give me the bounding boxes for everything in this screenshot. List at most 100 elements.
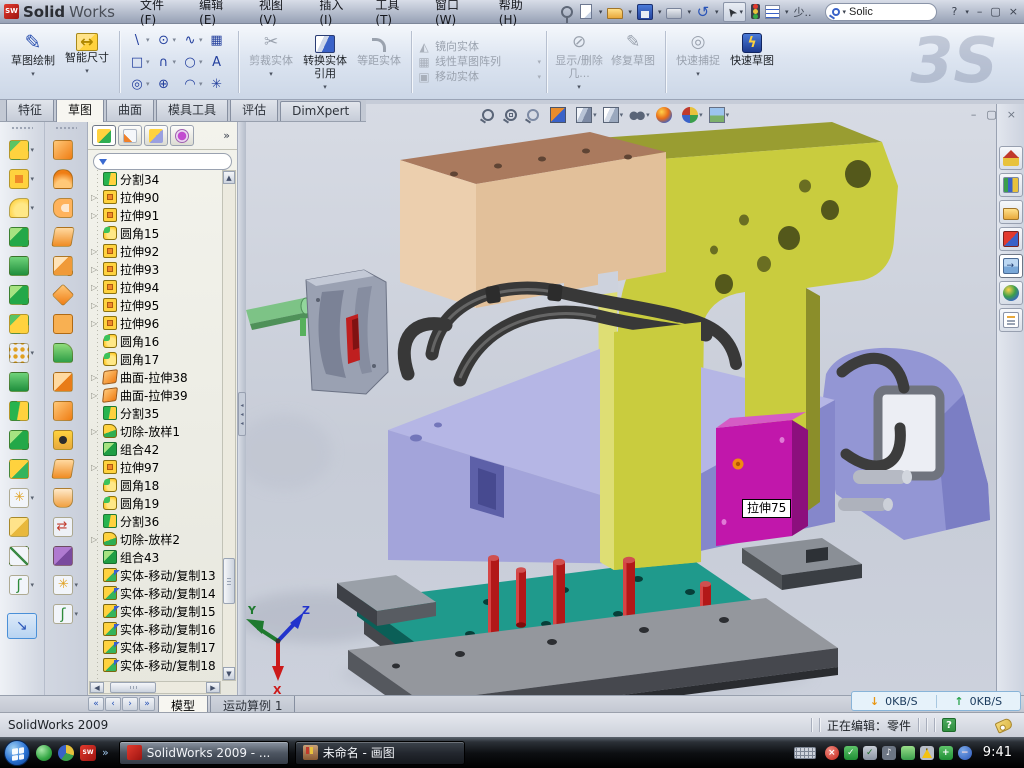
- open-dropdown-icon[interactable]: ▾: [628, 8, 632, 16]
- convert-entities-button[interactable]: 转换实体引用 ▾: [298, 27, 352, 97]
- design-library-icon[interactable]: [999, 173, 1023, 197]
- rebuild-icon[interactable]: [751, 4, 760, 19]
- solidworks-resources-icon[interactable]: [999, 146, 1023, 170]
- mirror-entities-button[interactable]: ◭镜向实体▾: [417, 41, 541, 53]
- circle-icon[interactable]: ⊙▾: [154, 29, 179, 51]
- tree-item[interactable]: ▷ 圆角17: [91, 350, 221, 368]
- save-dropdown-icon[interactable]: ▾: [658, 8, 662, 16]
- freeform-icon[interactable]: ▾: [53, 338, 78, 367]
- update-key-icon[interactable]: ✓: [863, 746, 877, 760]
- doc-restore-button[interactable]: ▢: [986, 108, 996, 121]
- tree-item[interactable]: ▷ 拉伸90: [91, 188, 221, 206]
- display-style-icon[interactable]: ▾: [603, 107, 624, 123]
- fillet-icon[interactable]: ▾: [9, 193, 34, 222]
- expand-arrow-icon[interactable]: ▷: [91, 301, 100, 310]
- corner-rectangle-icon[interactable]: □▾: [127, 51, 152, 73]
- spline-icon[interactable]: ∿▾: [180, 29, 205, 51]
- tree-item[interactable]: ▷ 切除-放样2: [91, 530, 221, 548]
- expand-arrow-icon[interactable]: ▷: [91, 535, 100, 544]
- tree-item[interactable]: ▷ 曲面-拉伸39: [91, 386, 221, 404]
- slot-icon[interactable]: ◎▾: [127, 73, 152, 95]
- expand-arrow-icon[interactable]: ▷: [91, 319, 100, 328]
- tree-item[interactable]: ▷ 实体-移动/复制17: [91, 638, 221, 656]
- sketch-fillet-icon[interactable]: ◠▾: [180, 73, 205, 95]
- expand-arrow-icon[interactable]: ▷: [91, 247, 100, 256]
- undo-icon[interactable]: ↺: [696, 4, 710, 20]
- display-delete-relations-button[interactable]: ⊘ 显示/删除几... ▾: [552, 27, 606, 97]
- flex-icon[interactable]: ▾: [53, 396, 78, 425]
- reference-point-icon[interactable]: ▾: [9, 483, 34, 512]
- tree-item[interactable]: ▷ 拉伸94: [91, 278, 221, 296]
- smart-dimension-dropdown-icon[interactable]: ▾: [85, 65, 89, 78]
- view-orientation-icon[interactable]: ▾: [576, 107, 597, 123]
- restore-button[interactable]: ▢: [990, 5, 1000, 18]
- toolbar-grip[interactable]: [55, 126, 77, 131]
- linear-pattern-icon[interactable]: ▾: [9, 338, 34, 367]
- panel-splitter[interactable]: ◂◂◂: [238, 122, 246, 695]
- scroll-thumb[interactable]: [110, 682, 156, 693]
- polygon-icon[interactable]: ⊕▾: [154, 73, 179, 95]
- menu-item[interactable]: 文件(F): [129, 0, 188, 27]
- swept-boss-icon[interactable]: ▾: [9, 222, 34, 251]
- command-tab[interactable]: 曲面: [106, 98, 154, 121]
- reference-axis-icon[interactable]: ▾: [9, 541, 34, 570]
- menu-item[interactable]: 工具(T): [364, 0, 424, 27]
- expand-arrow-icon[interactable]: ▷: [91, 265, 100, 274]
- tag-icon[interactable]: [994, 717, 1013, 734]
- help-button[interactable]: ?: [952, 5, 958, 18]
- undo-dropdown-icon[interactable]: ▾: [715, 8, 719, 16]
- toolbox-icon[interactable]: [999, 227, 1023, 251]
- previous-tab-button[interactable]: ‹: [105, 697, 121, 711]
- view-setting-icon[interactable]: ▾: [709, 107, 730, 123]
- expand-arrow-icon[interactable]: ▷: [91, 283, 100, 292]
- revolved-surface-icon[interactable]: ▾: [53, 164, 78, 193]
- expand-arrow-icon[interactable]: ▷: [91, 373, 100, 382]
- shield-plus-icon[interactable]: +: [939, 746, 953, 760]
- alert-icon[interactable]: !: [920, 746, 934, 760]
- tree-item[interactable]: ▷ 拉伸92: [91, 242, 221, 260]
- curve-icon[interactable]: ▾: [9, 570, 34, 599]
- tree-item[interactable]: ▷ 实体-移动/复制13: [91, 566, 221, 584]
- linear-sketch-pattern-button[interactable]: ▦线性草图阵列▾: [417, 56, 541, 68]
- tree-item[interactable]: ▷ 曲面-拉伸38: [91, 368, 221, 386]
- expand-arrow-icon[interactable]: ▷: [91, 211, 100, 220]
- property-manager-tab[interactable]: [118, 125, 142, 146]
- expand-arrow-icon[interactable]: ▷: [91, 193, 100, 202]
- menu-item[interactable]: 插入(I): [308, 0, 364, 27]
- apply-scene-icon[interactable]: ▾: [682, 107, 703, 123]
- appearances-icon[interactable]: [999, 281, 1023, 305]
- new-document-icon[interactable]: [580, 4, 592, 19]
- tree-item[interactable]: ▷ 圆角15: [91, 224, 221, 242]
- help-dropdown-icon[interactable]: ▾: [965, 8, 969, 16]
- tree-item[interactable]: ▷ 分割35: [91, 404, 221, 422]
- edit-appearance-icon[interactable]: ▾: [656, 107, 677, 123]
- quick-launch-chevron-icon[interactable]: »: [102, 746, 109, 759]
- dimxpert-manager-tab[interactable]: [170, 125, 194, 146]
- menu-item[interactable]: 帮助(H): [488, 0, 549, 27]
- helix-curve-icon[interactable]: ▾: [53, 599, 78, 628]
- quick-launch-solidworks-icon[interactable]: SW: [80, 745, 96, 761]
- selection-box-icon[interactable]: ▦▾: [207, 29, 232, 51]
- shell-icon[interactable]: ▾: [9, 251, 34, 280]
- repair-sketch-button[interactable]: ✎ 修复草图: [606, 27, 660, 97]
- scroll-up-icon[interactable]: ▲: [223, 171, 235, 184]
- zoom-area-icon[interactable]: ▾: [505, 109, 522, 121]
- open-icon[interactable]: [607, 8, 623, 19]
- tree-item[interactable]: ▷ 组合43: [91, 548, 221, 566]
- security-center-icon[interactable]: ×: [825, 746, 839, 760]
- tree-tabs-overflow-icon[interactable]: »: [223, 129, 233, 142]
- command-tab[interactable]: 模具工具: [156, 98, 228, 121]
- last-tab-button[interactable]: »: [139, 697, 155, 711]
- menu-item[interactable]: 视图(V): [248, 0, 308, 27]
- options-dropdown-icon[interactable]: ▾: [785, 8, 789, 16]
- tree-item[interactable]: ▷ 圆角18: [91, 476, 221, 494]
- tree-item[interactable]: ▷ 拉伸95: [91, 296, 221, 314]
- boundary-surface-icon[interactable]: ▾: [53, 251, 78, 280]
- start-button[interactable]: [4, 740, 30, 766]
- keyboard-layout-icon[interactable]: [794, 747, 816, 759]
- doc-minimize-button[interactable]: –: [971, 108, 977, 121]
- zoom-selection-icon[interactable]: ▾: [527, 109, 544, 121]
- move-copy-body-icon[interactable]: ▾: [9, 454, 34, 483]
- tree-item[interactable]: ▷ 分割36: [91, 512, 221, 530]
- taskbar-clock[interactable]: 9:41: [977, 745, 1020, 760]
